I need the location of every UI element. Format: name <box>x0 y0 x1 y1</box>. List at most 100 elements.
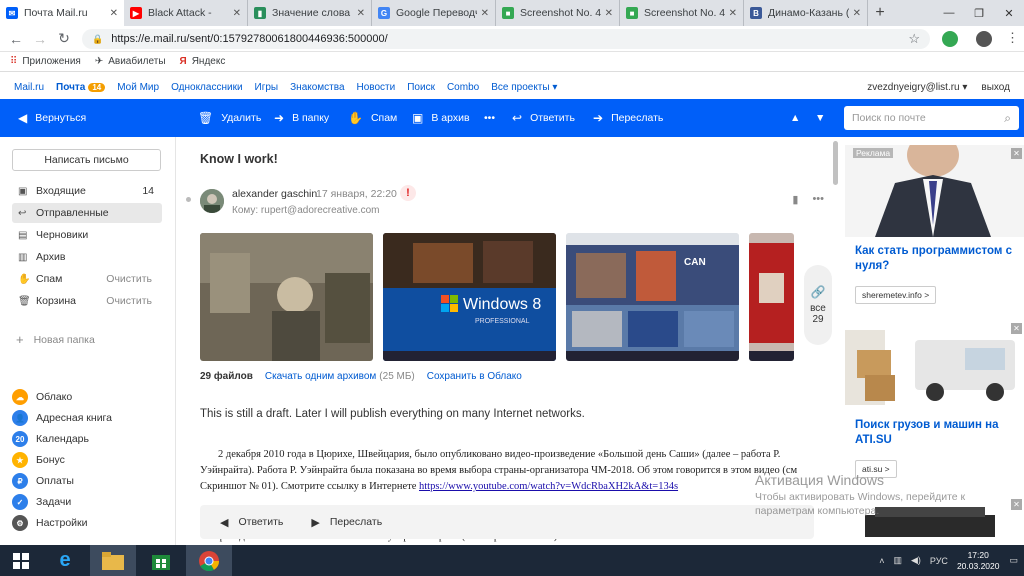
tab-close-icon[interactable]: ✕ <box>481 8 489 19</box>
portal-link-ok[interactable]: Одноклассники <box>171 82 242 93</box>
taskbar-ie[interactable]: e <box>42 545 88 576</box>
language-indicator[interactable]: РУС <box>930 556 948 566</box>
browser-tab[interactable]: ■ Screenshot No. 42 ✕ <box>620 0 744 26</box>
extension-icon[interactable] <box>942 31 958 47</box>
browser-tab[interactable]: B Динамо-Казань (в ✕ <box>744 0 868 26</box>
logout-link[interactable]: выход <box>981 82 1010 93</box>
spam-button[interactable]: ✋ Спам <box>348 99 397 137</box>
start-button[interactable] <box>0 545 42 576</box>
tab-close-icon[interactable]: ✕ <box>233 8 241 19</box>
portal-link-moy-mir[interactable]: Мой Мир <box>117 82 159 93</box>
clock[interactable]: 17:20 20.03.2020 <box>957 550 1000 572</box>
bookmark-yandex[interactable]: Я Яндекс <box>180 56 226 67</box>
browser-tab[interactable]: ▮ Значение слова М ✕ <box>248 0 372 26</box>
tab-close-icon[interactable]: ✕ <box>110 8 118 19</box>
network-icon[interactable]: ▥ <box>893 555 902 566</box>
minimize-icon[interactable]: — <box>934 0 964 26</box>
ad-close-icon[interactable]: ✕ <box>1011 323 1022 334</box>
message-scrollbar[interactable] <box>833 141 838 185</box>
archive-button[interactable]: ▣ В архив <box>412 99 470 137</box>
profile-avatar[interactable] <box>976 31 992 47</box>
quick-forward-button[interactable]: ▶ Переслать <box>311 516 382 529</box>
folder-item[interactable]: ▣ Входящие 14 <box>12 181 162 201</box>
forward-arrow-icon[interactable]: → <box>28 31 52 47</box>
folder-item[interactable]: 🗑 Корзина Очистить <box>12 291 162 311</box>
app-link[interactable]: 20 Календарь <box>12 429 162 449</box>
portal-link-combo[interactable]: Combo <box>447 82 479 93</box>
attachment-thumb[interactable] <box>749 233 794 361</box>
app-link[interactable]: ⚙ Настройки <box>12 513 162 533</box>
taskbar-chrome[interactable] <box>186 545 232 576</box>
search-input[interactable]: Поиск по почте ⌕ <box>844 106 1019 130</box>
quick-reply-button[interactable]: ◀ Ответить <box>220 516 283 529</box>
compose-button[interactable]: Написать письмо <box>12 149 161 171</box>
sender-avatar[interactable] <box>200 189 224 213</box>
browser-tab[interactable]: ■ Screenshot No. 42 ✕ <box>496 0 620 26</box>
browser-tab[interactable]: ✉ Почта Mail.ru ✕ <box>0 0 124 26</box>
tab-close-icon[interactable]: ✕ <box>729 8 737 19</box>
back-button[interactable]: ◀ Вернуться <box>18 99 86 137</box>
portal-link-mailru[interactable]: Mail.ru <box>14 82 44 93</box>
recipient-line[interactable]: Кому: rupert@adorecreative.com <box>232 205 379 216</box>
portal-link-pochta[interactable]: Почта 14 <box>56 82 106 93</box>
portal-link-all-projects[interactable]: Все проекты ▾ <box>491 82 557 93</box>
volume-icon[interactable]: ◀) <box>911 555 921 566</box>
app-link[interactable]: ✓ Задачи <box>12 492 162 512</box>
restore-icon[interactable]: ❐ <box>964 0 994 26</box>
sender-name[interactable]: alexander gaschin <box>232 188 317 200</box>
notifications-icon[interactable]: ▭ <box>1009 555 1018 566</box>
search-icon[interactable]: ⌕ <box>1004 111 1011 126</box>
ad1-link-button[interactable]: sheremetev.info > <box>855 286 937 304</box>
back-arrow-icon[interactable]: ← <box>4 31 28 47</box>
tab-close-icon[interactable]: ✕ <box>357 8 365 19</box>
bookmark-apps[interactable]: ⠿ Приложения <box>10 56 81 67</box>
attachment-thumb[interactable]: CAN <box>566 233 739 361</box>
portal-link-news[interactable]: Новости <box>357 82 396 93</box>
app-link[interactable]: ☁ Облако <box>12 387 162 407</box>
ad1-title[interactable]: Как стать программистом с нуля? <box>855 244 1020 274</box>
ad1-image[interactable] <box>845 145 1024 237</box>
reload-icon[interactable]: ↻ <box>52 30 76 47</box>
ad-close-icon[interactable]: ✕ <box>1011 148 1022 159</box>
clear-folder-button[interactable]: Очистить <box>106 295 152 307</box>
clear-folder-button[interactable]: Очистить <box>106 273 152 285</box>
ad2-title[interactable]: Поиск грузов и машин на ATI.SU <box>855 418 1020 448</box>
folder-item[interactable]: ↩ Отправленные <box>12 203 162 223</box>
user-email[interactable]: zvezdnyeigry@list.ru ▾ <box>867 82 967 93</box>
new-tab-button[interactable]: + <box>868 0 892 26</box>
more-dots-icon[interactable]: ••• <box>812 193 824 206</box>
next-message-button[interactable]: ▼ <box>815 99 825 137</box>
url-field[interactable]: 🔒 https://e.mail.ru/sent/0:1579278006180… <box>82 29 930 49</box>
youtube-link[interactable]: https://www.youtube.com/watch?v=WdcRbaXH… <box>419 481 678 492</box>
save-to-cloud-link[interactable]: Сохранить в Облако <box>427 371 522 382</box>
app-link[interactable]: 👤 Адресная книга <box>12 408 162 428</box>
folder-item[interactable]: ▤ Черновики <box>12 225 162 245</box>
tab-close-icon[interactable]: ✕ <box>605 8 613 19</box>
download-archive-link[interactable]: Скачать одним архивом <box>265 371 376 382</box>
menu-dots-icon[interactable]: ⋮ <box>1006 30 1019 46</box>
bookmark-aviabilety[interactable]: ✈ Авиабилеты <box>95 56 166 67</box>
portal-link-games[interactable]: Игры <box>255 82 279 93</box>
portal-link-dating[interactable]: Знакомства <box>290 82 344 93</box>
taskbar-store[interactable] <box>138 545 184 576</box>
important-flag-icon[interactable]: ! <box>400 185 416 201</box>
attachment-thumb[interactable]: Windows 8 PROFESSIONAL <box>383 233 556 361</box>
taskbar-explorer[interactable] <box>90 545 136 576</box>
portal-link-search[interactable]: Поиск <box>407 82 435 93</box>
more-button[interactable]: ••• <box>484 99 495 137</box>
delete-button[interactable]: 🗑 Удалить <box>198 99 261 137</box>
folder-item[interactable]: ✋ Спам Очистить <box>12 269 162 289</box>
folder-item[interactable]: ▥ Архив <box>12 247 162 267</box>
show-hidden-icon[interactable]: ˄ <box>879 556 884 566</box>
attachment-thumb[interactable] <box>200 233 373 361</box>
bookmark-icon[interactable]: ▮ <box>792 193 798 206</box>
reply-button[interactable]: ↩ Ответить <box>512 99 575 137</box>
app-link[interactable]: ₽ Оплаты <box>12 471 162 491</box>
read-status-dot[interactable] <box>186 197 191 202</box>
forward-button[interactable]: ➔ Переслать <box>593 99 663 137</box>
prev-message-button[interactable]: ▲ <box>790 99 800 137</box>
browser-tab[interactable]: ▶ Black Attack - ✕ <box>124 0 248 26</box>
move-to-folder-button[interactable]: ➜ В папку <box>274 99 329 137</box>
ad-close-icon[interactable]: ✕ <box>1011 499 1022 510</box>
all-attachments-button[interactable]: 🔗 все 29 <box>804 265 832 345</box>
